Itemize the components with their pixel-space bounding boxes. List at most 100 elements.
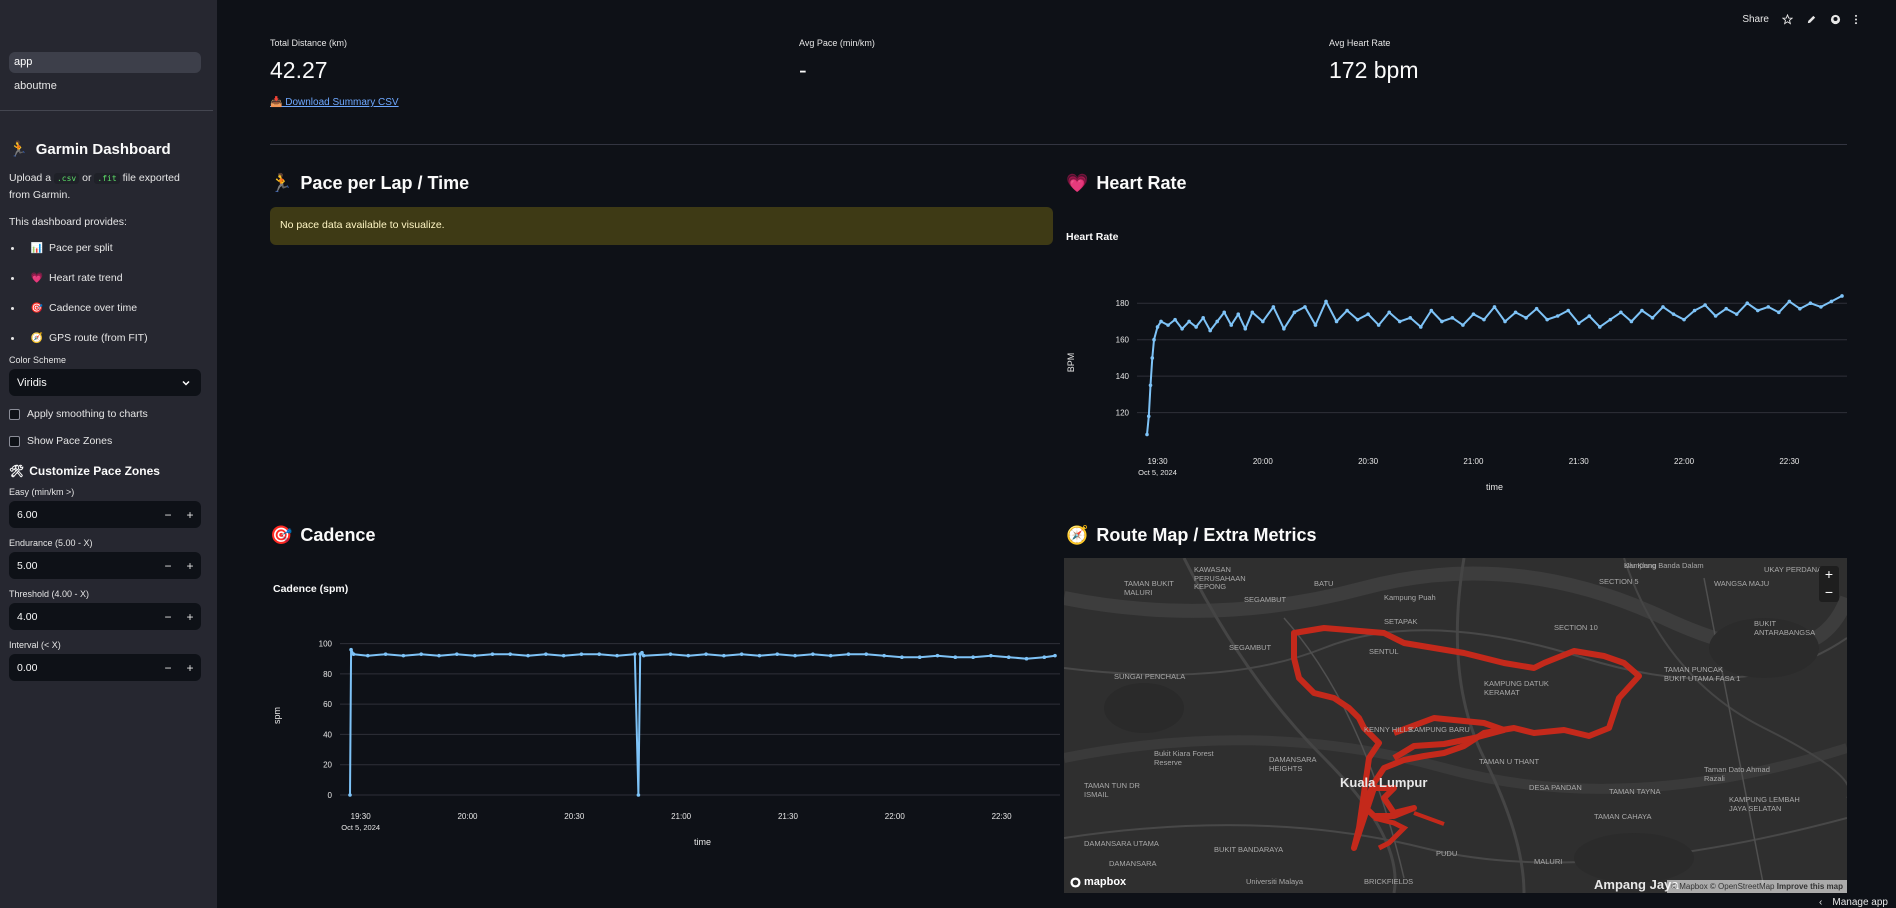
toolbar: Share [1742, 14, 1858, 25]
plus-icon[interactable]: + [179, 661, 201, 675]
zoom-in-button[interactable]: + [1819, 566, 1839, 584]
easy-stepper[interactable]: 6.00− + [9, 501, 201, 528]
data-point [1429, 308, 1434, 313]
pace-zones-checkbox[interactable]: Show Pace Zones [9, 432, 201, 450]
data-point [1703, 303, 1707, 307]
x-tick-label: 22:00 [1674, 457, 1695, 466]
data-point [1819, 305, 1823, 309]
y-tick-label: 140 [1116, 372, 1130, 381]
endurance-stepper[interactable]: 5.00− + [9, 552, 201, 579]
data-point [1292, 310, 1297, 315]
data-point [1150, 356, 1155, 360]
map-place-label: Kampung Puah [1384, 593, 1436, 602]
data-point [1587, 314, 1592, 318]
share-button[interactable]: Share [1742, 14, 1769, 25]
heart-icon: 💗 [1066, 173, 1089, 193]
checkbox-box[interactable] [9, 408, 20, 420]
data-point [704, 652, 708, 656]
cadence-chart[interactable]: 0 20 40 60 80 100 19:30 20:00 20:30 21:00 21:30 22:… [270, 603, 1060, 853]
data-point [615, 653, 619, 658]
nav-item-aboutme[interactable]: aboutme [9, 76, 201, 97]
data-point [1482, 317, 1486, 322]
x-tick-label: 20:00 [1253, 457, 1274, 466]
data-point [1492, 305, 1497, 309]
data-point [1534, 306, 1539, 311]
divider [270, 144, 1847, 145]
data-point [1024, 656, 1029, 661]
nav-item-app[interactable]: app [9, 52, 201, 73]
threshold-stepper[interactable]: 4.00− + [9, 603, 201, 630]
data-point [1180, 326, 1184, 331]
map-place-label: BATU [1314, 579, 1334, 588]
x-tick-label: 21:30 [1569, 457, 1590, 466]
data-point [1798, 306, 1802, 311]
minus-icon[interactable]: − [157, 559, 179, 573]
running-icon: 🏃 [270, 173, 293, 193]
intro-pre: Upload a [9, 172, 52, 184]
data-point [1166, 323, 1170, 327]
data-point [490, 652, 495, 656]
minus-icon[interactable]: − [157, 508, 179, 522]
data-point [472, 653, 477, 658]
data-point [1313, 323, 1318, 327]
data-point [1734, 312, 1739, 316]
github-icon[interactable] [1830, 14, 1841, 25]
tools-icon: 🛠 [9, 464, 25, 478]
data-point [1261, 319, 1265, 324]
checkbox-box[interactable] [9, 435, 20, 447]
map-place-label: SEGAMBUT [1229, 643, 1272, 652]
compass-icon: 🧭 [30, 332, 44, 344]
data-point [1148, 383, 1153, 388]
y-tick-label: 40 [323, 730, 332, 739]
download-summary-link[interactable]: 📥 Download Summary CSV [270, 97, 399, 108]
plus-icon[interactable]: + [179, 508, 201, 522]
minus-icon[interactable]: − [157, 610, 179, 624]
minus-icon[interactable]: − [157, 661, 179, 675]
data-point [1006, 655, 1011, 659]
heart-icon: 💗 [30, 272, 44, 284]
heart-rate-chart[interactable]: 120 140 160 180 19:30 20:00 20:30 21:00 21:30 22:… [1064, 250, 1847, 500]
map-place-label: KENNY HILLS [1364, 725, 1413, 734]
star-icon[interactable] [1782, 14, 1793, 25]
y-tick-label: 100 [319, 640, 333, 649]
interval-stepper[interactable]: 0.00− + [9, 654, 201, 681]
data-point [1334, 319, 1339, 324]
y-tick-label: 120 [1116, 409, 1130, 418]
improve-map-link[interactable]: Improve this map [1777, 882, 1843, 891]
zoom-out-button[interactable]: − [1819, 584, 1839, 602]
data-point [1566, 308, 1571, 313]
map-place-label: SEGAMBUT [1244, 595, 1287, 604]
data-point [1418, 325, 1423, 329]
color-scheme-select[interactable]: Viridis [9, 369, 201, 396]
map-place-label: SECTION 5 [1599, 577, 1639, 586]
map-attribution: © Mapbox © OpenStreetMap Improve this ma… [1667, 880, 1847, 893]
map-place-label: DAMANSARA HEIGHTS [1269, 755, 1317, 773]
data-point [351, 652, 356, 656]
x-tick-label: 19:30 [1148, 457, 1169, 466]
data-point [1745, 301, 1750, 306]
route-map[interactable]: Kampung Banda Dalam KAWASAN PERUSAHAAN KE… [1064, 558, 1847, 893]
data-point [882, 653, 886, 658]
data-point [1471, 312, 1476, 316]
manage-app-button[interactable]: ‹ Manage app [1819, 897, 1888, 908]
data-point [1692, 308, 1697, 313]
data-point [1787, 299, 1792, 304]
data-point [1387, 310, 1391, 315]
mapbox-logo[interactable]: mapbox [1070, 876, 1126, 888]
map-place-label: Bukit Kiara Forest Reserve [1154, 749, 1214, 767]
data-point [1355, 317, 1360, 322]
map-place-label: TAMAN PUNCAK BUKIT UTAMA FASA 1 [1664, 665, 1741, 683]
data-point [1282, 326, 1286, 331]
plus-icon[interactable]: + [179, 559, 201, 573]
color-scheme-value: Viridis [17, 376, 47, 389]
data-point [1229, 323, 1234, 327]
plus-icon[interactable]: + [179, 610, 201, 624]
map-place-label: TAMAN CAHAYA [1594, 812, 1652, 821]
smoothing-checkbox[interactable]: Apply smoothing to charts [9, 405, 201, 423]
pace-section-title: 🏃 Pace per Lap / Time [270, 173, 470, 193]
edit-icon[interactable] [1806, 14, 1817, 25]
data-point [1724, 306, 1728, 311]
threshold-label: Threshold (4.00 - X) [9, 589, 90, 599]
more-menu-icon[interactable] [1854, 14, 1858, 25]
y-tick-label: 0 [328, 791, 333, 800]
